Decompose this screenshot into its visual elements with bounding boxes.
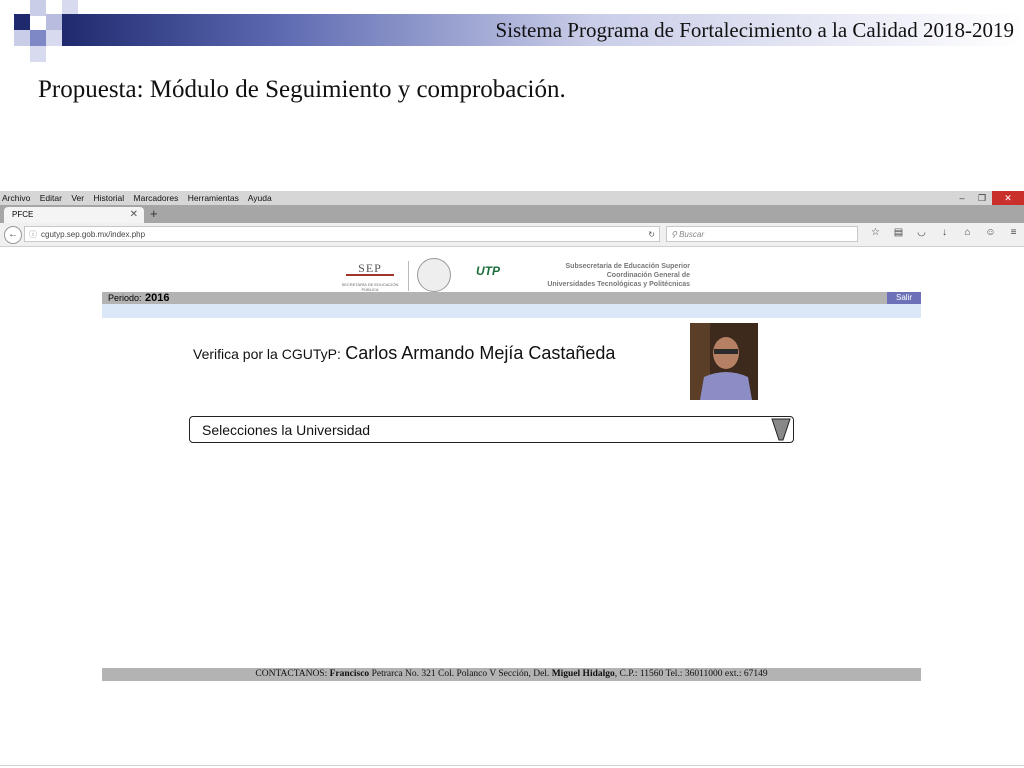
- verifier-name: Carlos Armando Mejía Castañeda: [345, 343, 616, 363]
- period-label: Periodo:: [108, 293, 142, 303]
- address-bar[interactable]: ⓘ cgutyp.sep.gob.mx/index.php ↻: [24, 226, 660, 242]
- search-input[interactable]: ⚲ Buscar: [666, 226, 858, 242]
- menu-icon[interactable]: ≡: [1002, 227, 1024, 238]
- menu-bar: Archivo Editar Ver Historial Marcadores …: [0, 191, 1024, 205]
- reload-icon[interactable]: ↻: [648, 227, 655, 243]
- browser-window: Archivo Editar Ver Historial Marcadores …: [0, 191, 1024, 251]
- pocket-icon[interactable]: ◡: [910, 227, 933, 238]
- menu-marcadores[interactable]: Marcadores: [134, 193, 179, 203]
- menu-herramientas[interactable]: Herramientas: [188, 193, 239, 203]
- sync-icon[interactable]: ☺: [979, 227, 1002, 238]
- tab-pfce[interactable]: PFCE ✕: [4, 207, 144, 223]
- chevron-down-icon[interactable]: [771, 418, 791, 441]
- home-icon[interactable]: ⌂: [956, 227, 979, 238]
- menu-editar[interactable]: Editar: [40, 193, 62, 203]
- page-logos: SEP SECRETARÍA DE EDUCACIÓN PÚBLICA UTP …: [340, 257, 690, 297]
- search-placeholder: Buscar: [679, 230, 704, 239]
- close-tab-icon[interactable]: ✕: [130, 207, 138, 223]
- verifier-label: Verifica por la CGUTyP:: [193, 346, 341, 362]
- menu-ayuda[interactable]: Ayuda: [248, 193, 272, 203]
- slide-title: Propuesta: Módulo de Seguimiento y compr…: [38, 76, 566, 103]
- sep-logo: SEP SECRETARÍA DE EDUCACIÓN PÚBLICA: [341, 261, 399, 292]
- info-strip: [102, 304, 921, 318]
- university-select[interactable]: Selecciones la Universidad: [189, 416, 794, 443]
- menu-historial[interactable]: Historial: [93, 193, 124, 203]
- tab-title: PFCE: [12, 210, 34, 219]
- search-icon: ⚲: [671, 230, 677, 239]
- utp-logo: UTP: [476, 264, 500, 278]
- verifier-info: Verifica por la CGUTyP: Carlos Armando M…: [193, 343, 615, 364]
- back-icon[interactable]: ←: [4, 226, 22, 244]
- minimize-icon[interactable]: –: [952, 191, 972, 205]
- mexico-seal-icon: [417, 258, 451, 292]
- info-icon[interactable]: ⓘ: [29, 230, 37, 239]
- navigation-bar: ← ⓘ cgutyp.sep.gob.mx/index.php ↻ ⚲ Busca…: [0, 223, 1024, 247]
- verifier-photo: [690, 323, 758, 400]
- restore-icon[interactable]: ❐: [972, 191, 992, 205]
- tab-strip: PFCE ✕ +: [0, 205, 1024, 223]
- subsecretaria-text: Subsecretaría de Educación Superior Coor…: [547, 263, 690, 288]
- bottom-divider: [0, 765, 1024, 766]
- star-icon[interactable]: ☆: [864, 227, 887, 238]
- logo-divider: [408, 261, 409, 291]
- close-window-icon[interactable]: ✕: [992, 191, 1024, 205]
- slide-header-text: Sistema Programa de Fortalecimiento a la…: [495, 18, 1014, 42]
- university-select-value: Selecciones la Universidad: [202, 422, 371, 438]
- logout-button[interactable]: Salir: [887, 292, 921, 304]
- reading-list-icon[interactable]: ▤: [887, 227, 910, 238]
- menu-archivo[interactable]: Archivo: [2, 193, 30, 203]
- period-value: 2016: [145, 292, 170, 304]
- new-tab-icon[interactable]: +: [150, 206, 158, 221]
- download-icon[interactable]: ↓: [933, 227, 956, 238]
- period-bar: Periodo: 2016 Salir: [102, 292, 921, 304]
- url-text: cgutyp.sep.gob.mx/index.php: [41, 230, 146, 239]
- menu-ver[interactable]: Ver: [71, 193, 84, 203]
- footer-contact: CONTACTANOS: Francisco Petrarca No. 321 …: [102, 668, 921, 681]
- sep-logo-line: [346, 274, 394, 276]
